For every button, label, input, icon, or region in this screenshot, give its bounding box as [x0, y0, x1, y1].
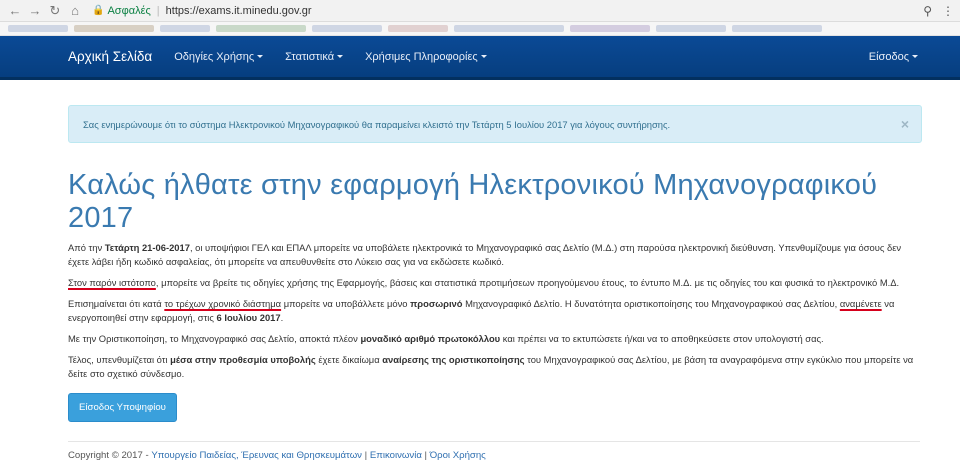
nav-statistics[interactable]: Στατιστικά — [285, 50, 344, 63]
lock-icon: 🔒 — [92, 5, 105, 16]
forward-icon[interactable]: → — [26, 2, 44, 20]
bookmark-item[interactable] — [388, 25, 448, 32]
maintenance-alert: Σας ενημερώνουμε ότι το σύστημα Ηλεκτρον… — [68, 105, 922, 143]
bold-text: προσωρινό — [410, 298, 463, 309]
contact-link[interactable]: Επικοινωνία — [370, 450, 422, 461]
extension-icon[interactable]: ⚲ — [923, 4, 932, 18]
candidate-login-button[interactable]: Είσοδος Υποψηφίου — [68, 393, 177, 422]
nav-item-label: Χρήσιμες Πληροφορίες — [365, 50, 478, 63]
nav-login[interactable]: Είσοδος — [869, 51, 918, 63]
page-title: Καλώς ήλθατε στην εφαρμογή Ηλεκτρονικού … — [68, 169, 878, 234]
address-bar[interactable]: https://exams.it.minedu.gov.gr — [166, 5, 312, 17]
bold-text: αναίρεσης της οριστικοποίησης — [382, 354, 525, 365]
bookmark-item[interactable] — [570, 25, 650, 32]
home-icon[interactable]: ⌂ — [66, 2, 84, 20]
bold-text: μέσα στην προθεσμία υποβολής — [170, 354, 316, 365]
bold-text: μοναδικό αριθμό πρωτοκόλλου — [360, 333, 501, 344]
text: , μπορείτε να βρείτε τις οδηγίες χρήσης … — [155, 277, 900, 288]
caret-down-icon — [257, 55, 264, 58]
footer-separator: | — [421, 450, 430, 461]
bookmark-item[interactable] — [454, 25, 564, 32]
secure-label: Ασφαλές — [107, 4, 151, 17]
finalization-date: 6 Ιουλίου 2017 — [216, 312, 281, 323]
bookmark-item[interactable] — [312, 25, 382, 32]
text: έχετε δικαίωμα — [315, 354, 383, 365]
intro-paragraph: Από την Τετάρτη 21-06-2017, οι υποψήφιοι… — [68, 241, 920, 269]
nav-usage-guide[interactable]: Οδηγίες Χρήσης — [174, 50, 264, 63]
text: μπορείτε να υποβάλλετε μόνο — [281, 298, 411, 309]
bookmark-item[interactable] — [216, 25, 306, 32]
bookmark-item[interactable] — [74, 25, 154, 32]
main-content: Σας ενημερώνουμε ότι το σύστημα Ηλεκτρον… — [0, 105, 960, 461]
nav-useful-info[interactable]: Χρήσιμες Πληροφορίες — [365, 51, 487, 63]
finalization-paragraph: Με την Οριστικοποίηση, το Μηχανογραφικό … — [68, 332, 920, 346]
text: Επισημαίνεται ότι κατά — [68, 298, 165, 309]
address-separator: | — [156, 4, 160, 17]
footer: Copyright © 2017 - Υπουργείο Παιδείας, Έ… — [68, 441, 920, 461]
submission-date: Τετάρτη 21-06-2017 — [104, 242, 190, 253]
reload-icon[interactable]: ↻ — [46, 2, 64, 20]
browser-toolbar: ← → ↻ ⌂ 🔒 Ασφαλές | https://exams.it.min… — [0, 0, 960, 22]
bookmark-item[interactable] — [732, 25, 822, 32]
text: Τέλος, υπενθυμίζεται ότι — [68, 354, 171, 365]
reversal-paragraph: Τέλος, υπενθυμίζεται ότι μέσα στην προθε… — [68, 353, 920, 381]
highlighted-text: αναμένετε — [839, 298, 882, 309]
site-link-text: Στον παρόν ιστότοπο — [68, 277, 156, 288]
bookmark-item[interactable] — [8, 25, 68, 32]
nav-home-link[interactable]: Αρχική Σελίδα — [68, 49, 152, 64]
text: Με την Οριστικοποίηση, το Μηχανογραφικό … — [68, 333, 361, 344]
menu-icon[interactable]: ⋮ — [942, 4, 954, 18]
text: Από την — [68, 242, 105, 253]
nav-item-label: Στατιστικά — [285, 50, 335, 63]
provisional-paragraph: Επισημαίνεται ότι κατά το τρέχων χρονικό… — [68, 297, 920, 325]
text: , οι υποψήφιοι ΓΕΛ και ΕΠΑΛ μπορείτε να … — [68, 242, 902, 267]
caret-down-icon — [912, 55, 918, 58]
text: και πρέπει να το εκτυπώσετε ή/και να το … — [500, 333, 824, 344]
bookmarks-bar — [0, 22, 960, 36]
back-icon[interactable]: ← — [6, 2, 24, 20]
site-info-paragraph: Στον παρόν ιστότοπο, μπορείτε να βρείτε … — [68, 276, 920, 290]
bookmark-item[interactable] — [656, 25, 726, 32]
caret-down-icon — [337, 55, 344, 58]
nav-item-label: Οδηγίες Χρήσης — [174, 50, 255, 63]
alert-text: Σας ενημερώνουμε ότι το σύστημα Ηλεκτρον… — [83, 118, 671, 130]
terms-link[interactable]: Όροι Χρήσης — [430, 450, 486, 461]
bookmark-item[interactable] — [160, 25, 210, 32]
main-navbar: Αρχική Σελίδα Οδηγίες Χρήσης Στατιστικά … — [0, 36, 960, 80]
caret-down-icon — [480, 55, 487, 58]
nav-login-label: Είσοδος — [868, 50, 909, 63]
copyright-text: Copyright © 2017 - — [68, 450, 152, 461]
highlighted-text: το τρέχων χρονικό διάστημα — [164, 298, 282, 309]
text: Μηχανογραφικό Δελτίο. Η δυνατότητα οριστ… — [462, 298, 840, 309]
close-icon[interactable]: × — [901, 116, 909, 132]
ministry-link[interactable]: Υπουργείο Παιδείας, Έρευνας και Θρησκευμ… — [151, 450, 362, 461]
footer-separator: | — [361, 450, 370, 461]
text: . — [280, 312, 284, 323]
